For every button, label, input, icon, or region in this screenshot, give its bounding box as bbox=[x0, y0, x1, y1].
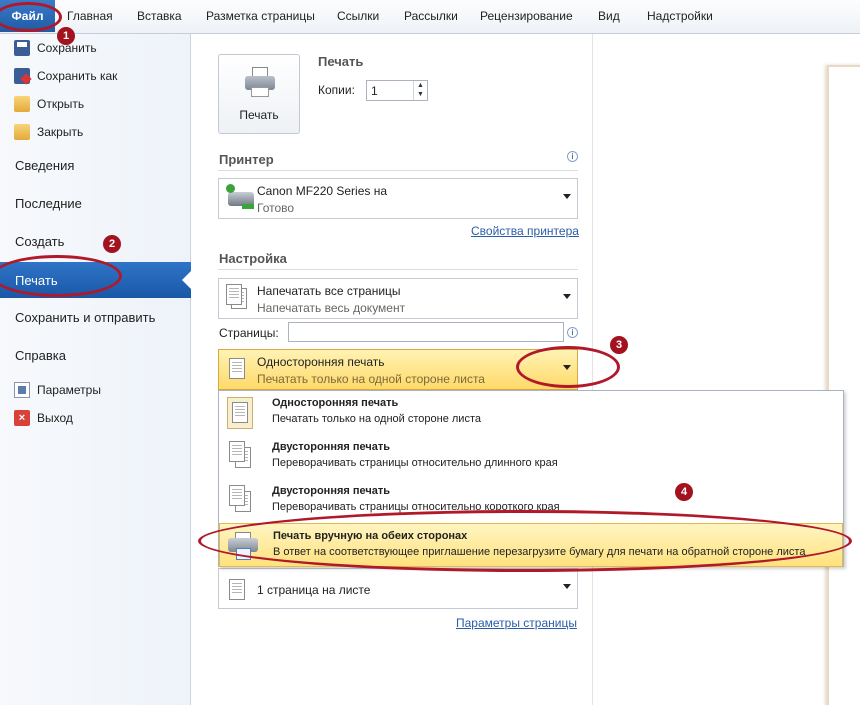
save-icon bbox=[14, 40, 30, 56]
nav-options[interactable]: Параметры bbox=[14, 380, 101, 400]
dropdown-item-title: Двусторонняя печать bbox=[272, 485, 391, 497]
dropdown-item-duplex-long-edge[interactable]: Двусторонняя печать Переворачивать стран… bbox=[219, 435, 843, 479]
printer-icon bbox=[245, 67, 275, 97]
printer-name: Canon MF220 Series на bbox=[257, 184, 388, 198]
ribbon-tabs: Файл Главная Вставка Разметка страницы С… bbox=[0, 0, 860, 34]
stepper-arrows-icon[interactable]: ▲ ▼ bbox=[413, 81, 427, 100]
duplex-title: Односторонняя печать bbox=[257, 355, 385, 369]
folder-close-icon bbox=[14, 124, 30, 140]
tab-mailings[interactable]: Рассылки bbox=[404, 9, 458, 23]
nav-close[interactable]: Закрыть bbox=[14, 122, 83, 142]
copies-value: 1 bbox=[371, 84, 378, 98]
nav-recent[interactable]: Последние bbox=[15, 196, 82, 211]
pages-icon bbox=[226, 284, 248, 312]
printer-properties-link[interactable]: Свойства принтера bbox=[471, 224, 579, 238]
tab-references[interactable]: Ссылки bbox=[337, 9, 379, 23]
page-icon bbox=[226, 574, 248, 602]
save-as-icon bbox=[14, 68, 30, 84]
tab-view[interactable]: Вид bbox=[598, 9, 620, 23]
one-sided-icon bbox=[227, 397, 253, 429]
nav-save-as-label: Сохранить как bbox=[37, 69, 118, 83]
nav-new[interactable]: Создать bbox=[15, 234, 64, 249]
annotation-badge-1: 1 bbox=[57, 27, 75, 45]
pages-input[interactable] bbox=[288, 322, 564, 342]
print-range-title: Напечатать все страницы bbox=[257, 284, 401, 298]
divider bbox=[218, 170, 578, 171]
tab-home[interactable]: Главная bbox=[67, 9, 113, 23]
dropdown-item-title: Двусторонняя печать bbox=[272, 441, 391, 453]
nav-options-label: Параметры bbox=[37, 383, 101, 397]
dropdown-item-title: Односторонняя печать bbox=[272, 397, 399, 409]
dropdown-item-subtitle: Печатать только на одной стороне листа bbox=[272, 413, 481, 425]
print-button-label: Печать bbox=[239, 108, 279, 122]
nav-open-label: Открыть bbox=[37, 97, 85, 111]
copies-stepper[interactable]: 1 ▲ ▼ bbox=[366, 80, 428, 101]
nav-info[interactable]: Сведения bbox=[15, 158, 74, 173]
one-sided-icon bbox=[226, 355, 248, 383]
backstage-nav: Сохранить Сохранить как Открыть Закрыть … bbox=[0, 34, 191, 705]
annotation-badge-4: 4 bbox=[675, 483, 693, 501]
annotation-badge-3: 3 bbox=[610, 336, 628, 354]
nav-save-send[interactable]: Сохранить и отправить bbox=[15, 310, 155, 325]
nav-exit-label: Выход bbox=[37, 411, 73, 425]
print-range-select[interactable]: Напечатать все страницы Напечатать весь … bbox=[218, 278, 578, 319]
annotation-badge-2: 2 bbox=[103, 235, 121, 253]
nav-save[interactable]: Сохранить bbox=[14, 38, 97, 58]
options-icon bbox=[14, 382, 30, 398]
pages-per-sheet-value: 1 страница на листе bbox=[257, 583, 371, 597]
nav-help[interactable]: Справка bbox=[15, 348, 66, 363]
printer-status: Готово bbox=[257, 201, 295, 215]
print-heading: Печать bbox=[318, 54, 364, 69]
settings-heading: Настройка bbox=[219, 251, 287, 266]
tab-review[interactable]: Рецензирование bbox=[480, 9, 573, 23]
printer-select[interactable]: Canon MF220 Series на Готово bbox=[218, 178, 578, 219]
duplex-short-edge-icon bbox=[227, 485, 253, 517]
chevron-down-icon bbox=[563, 584, 571, 589]
pages-label: Страницы: bbox=[219, 326, 279, 340]
tab-insert[interactable]: Вставка bbox=[137, 9, 182, 23]
annotation-ellipse-4 bbox=[198, 510, 852, 572]
nav-exit[interactable]: × Выход bbox=[14, 408, 73, 428]
print-range-subtitle: Напечатать весь документ bbox=[257, 301, 406, 315]
copies-label: Копии: bbox=[318, 83, 355, 97]
exit-icon: × bbox=[14, 410, 30, 426]
tab-addins[interactable]: Надстройки bbox=[647, 9, 713, 23]
info-icon[interactable]: i bbox=[567, 327, 578, 338]
print-preview-area bbox=[592, 34, 860, 705]
annotation-ellipse-3 bbox=[516, 346, 620, 388]
nav-save-as[interactable]: Сохранить как bbox=[14, 66, 117, 86]
dropdown-item-subtitle: Переворачивать страницы относительно дли… bbox=[272, 457, 558, 469]
tab-page-layout[interactable]: Разметка страницы bbox=[206, 9, 315, 23]
nav-open[interactable]: Открыть bbox=[14, 94, 84, 114]
nav-close-label: Закрыть bbox=[37, 125, 84, 139]
dropdown-item-one-sided[interactable]: Односторонняя печать Печатать только на … bbox=[219, 391, 843, 435]
info-icon[interactable]: i bbox=[567, 151, 578, 162]
pages-per-sheet-select[interactable]: 1 страница на листе bbox=[218, 568, 578, 609]
printer-ready-icon bbox=[226, 184, 254, 212]
page-setup-link[interactable]: Параметры страницы bbox=[456, 616, 577, 630]
chevron-down-icon bbox=[563, 294, 571, 299]
chevron-down-icon bbox=[563, 194, 571, 199]
printer-heading: Принтер bbox=[219, 152, 274, 167]
preview-page bbox=[827, 65, 860, 705]
divider bbox=[218, 269, 578, 270]
print-button[interactable]: Печать bbox=[218, 54, 300, 134]
duplex-subtitle: Печатать только на одной стороне листа bbox=[257, 372, 485, 386]
duplex-long-edge-icon bbox=[227, 441, 253, 473]
folder-open-icon bbox=[14, 96, 30, 112]
